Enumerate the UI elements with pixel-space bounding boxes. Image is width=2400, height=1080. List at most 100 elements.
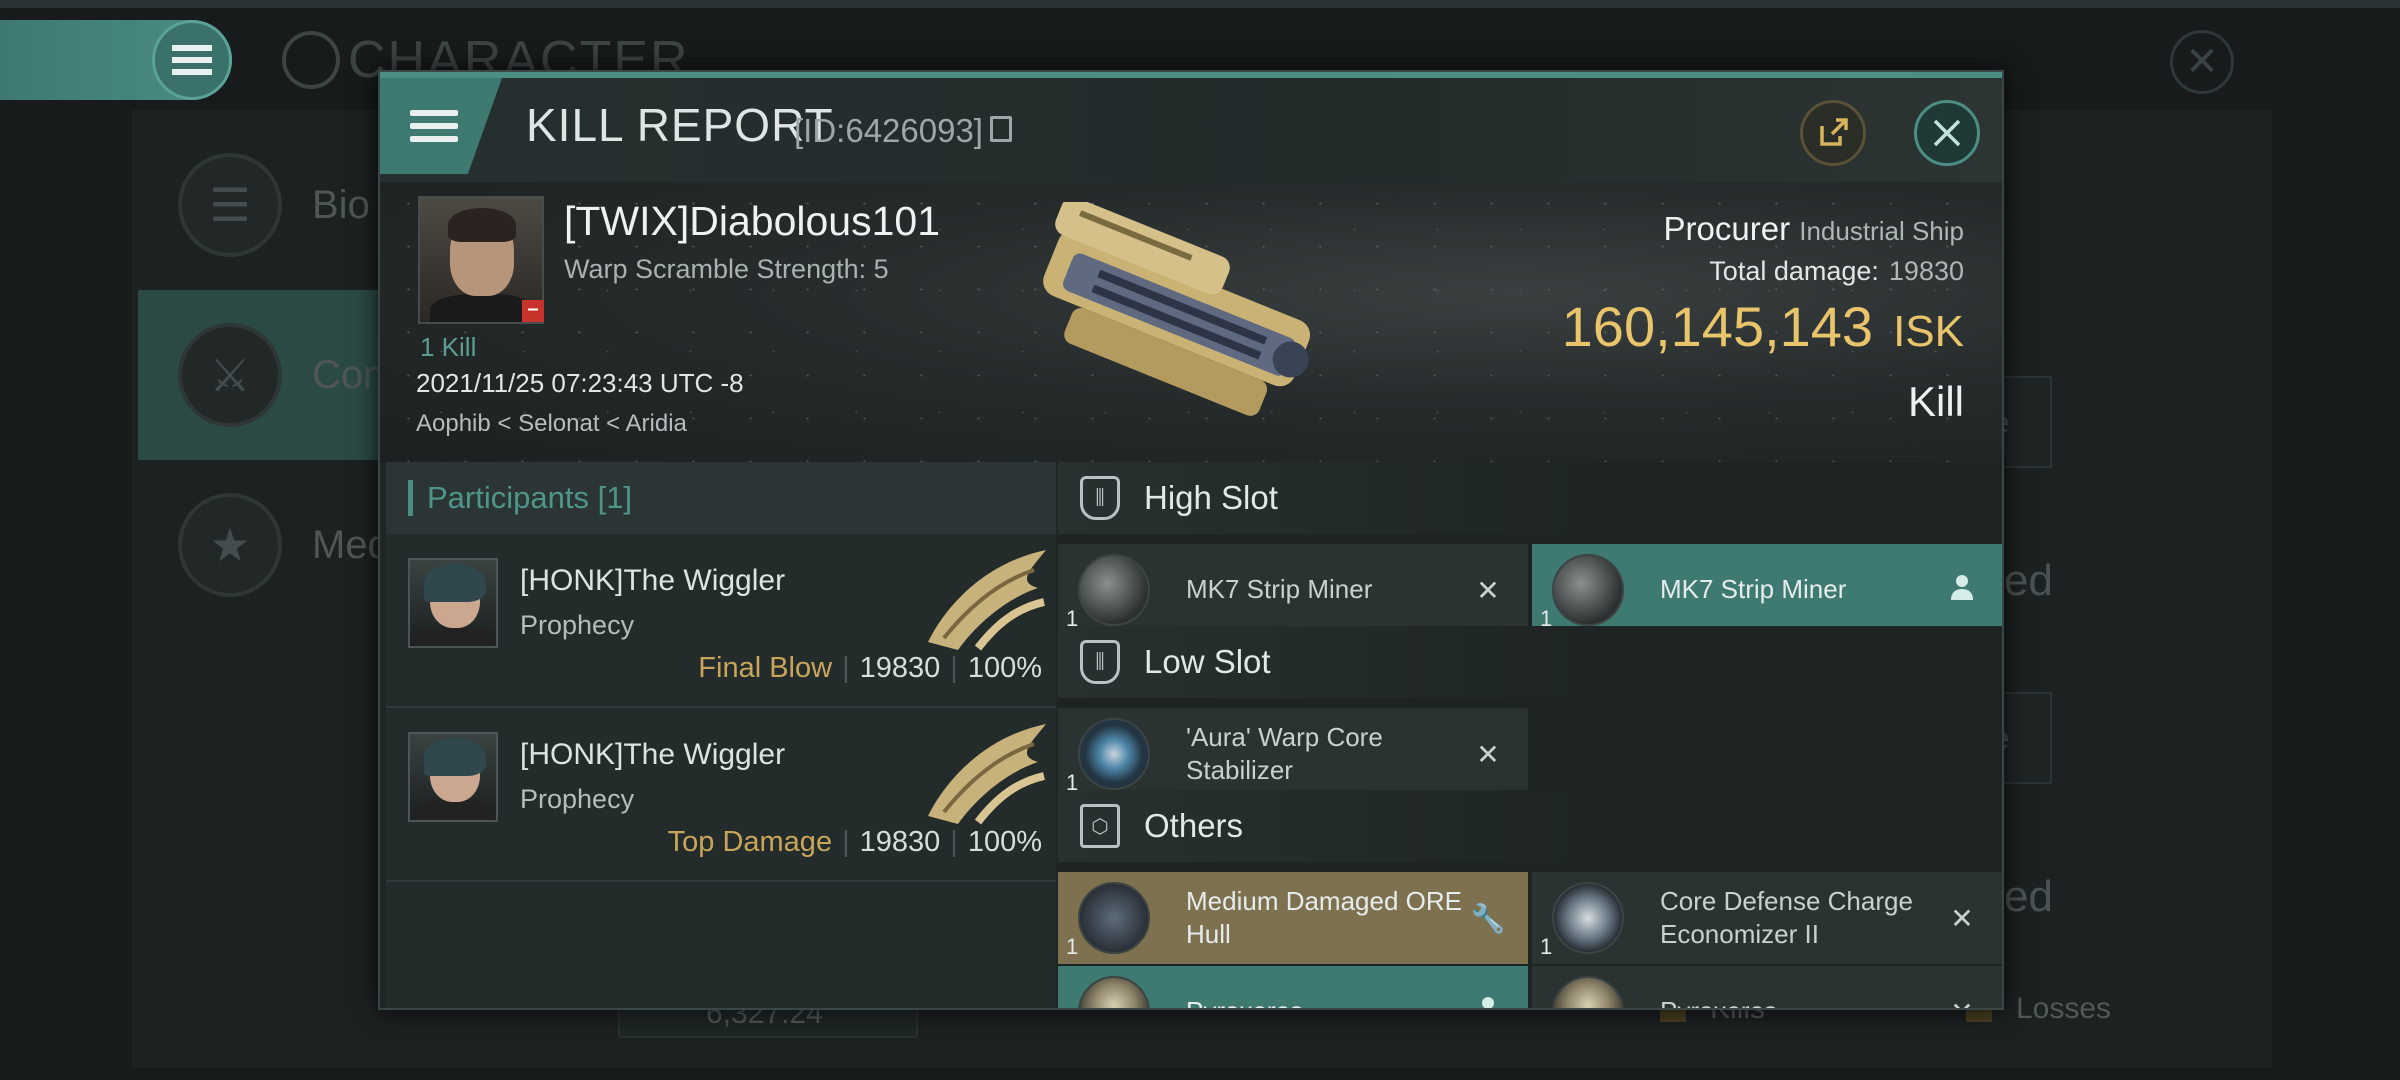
item-name: Core Defense Charge Economizer II [1660, 885, 1913, 949]
close-icon: ✕ [1476, 574, 1500, 606]
person-icon [1468, 996, 1508, 1008]
copy-icon[interactable] [990, 116, 1012, 142]
item-name: Medium Damaged ORE Hull [1186, 885, 1462, 949]
close-icon: ✕ [1476, 738, 1500, 770]
character-icon [282, 31, 340, 89]
bg-right-text: ed [2004, 556, 2053, 605]
security-status-badge: – [522, 299, 544, 322]
participant-stats: Top Damage | 19830 | 100% [668, 826, 1042, 859]
legend-label: Losses [2016, 992, 2112, 1025]
top-strip [0, 0, 2400, 8]
crossed-swords-icon: ⚔ [178, 323, 282, 427]
sidebar-item-label: Bio [312, 182, 370, 227]
isk-unit: ISK [1893, 307, 1964, 356]
person-icon [1942, 574, 1982, 607]
fitting-item[interactable]: 1 Medium Damaged ORE Hull 🔧 [1058, 872, 1528, 964]
person-icon [1482, 996, 1494, 1008]
top-damage-tag: Top Damage [667, 826, 833, 858]
list-icon: ☰ [178, 153, 282, 257]
stat-separator: | [950, 826, 958, 858]
item-quantity: 1 [1540, 934, 1553, 959]
slot-label: Others [1144, 807, 1244, 844]
participants-panel: Participants [1] [HONK]The Wiggler Proph… [386, 462, 1056, 1008]
total-damage-label: Total damage: [1709, 256, 1879, 286]
kill-location[interactable]: Aophib < Selonat < Aridia [416, 410, 687, 438]
result-label: Kill [1907, 378, 1964, 425]
item-name: MK7 Strip Miner [1186, 574, 1373, 605]
warp-scramble-strength: Warp Scramble Strength: 5 [564, 254, 889, 284]
charge-economizer-icon: 1 [1540, 882, 1624, 959]
header-accent [408, 480, 413, 516]
bg-right-text: ed [2004, 872, 2053, 921]
high-slot-header: ⫼ High Slot [1058, 462, 2002, 534]
participant-avatar[interactable] [408, 558, 498, 648]
kill-report-dialog: KILL REPORT [ID:6426093] – [TWIX]Diabolo… [378, 70, 2004, 1010]
isk-value: 160,145,143 ISK [1562, 294, 1964, 359]
prophecy-ship-image [928, 724, 1046, 825]
participant-percent: 100% [967, 652, 1042, 684]
final-blow-tag: Final Blow [698, 652, 833, 684]
fittings-panel: ⫼ High Slot 1 MK7 Strip Miner ✕ 1 MK7 St… [1058, 462, 2002, 1009]
participant-damage: 19830 [859, 826, 941, 858]
participant-ship: Prophecy [520, 610, 635, 640]
slot-label: Low Slot [1144, 643, 1271, 680]
kill-datetime: 2021/11/25 07:23:43 UTC -8 [416, 368, 744, 398]
dialog-title: KILL REPORT [526, 99, 834, 151]
menu-button[interactable] [380, 78, 502, 174]
portrait-body [430, 294, 536, 322]
participant-avatar[interactable] [408, 732, 498, 822]
menu-icon [410, 103, 458, 149]
fitting-item[interactable]: 1 MK7 Strip Miner [1532, 544, 2002, 636]
bg-menu-button[interactable] [152, 20, 232, 100]
ship-type-name: Procurer [1663, 210, 1791, 247]
stat-separator: | [842, 826, 850, 858]
share-icon [1820, 118, 1848, 146]
item-name: MK7 Strip Miner [1660, 574, 1847, 605]
close-icon: ✕ [1942, 996, 1982, 1009]
close-icon [1933, 119, 1961, 147]
wrench-icon: 🔧 [1470, 902, 1506, 934]
fitting-item[interactable]: 1 MK7 Strip Miner ✕ [1058, 544, 1528, 636]
participant-name: [HONK]The Wiggler [520, 738, 786, 771]
total-damage-value: 19830 [1888, 256, 1964, 286]
slot-label: High Slot [1144, 479, 1278, 516]
avatar-hair [424, 738, 486, 776]
share-button[interactable] [1800, 100, 1866, 166]
item-name: Pyroxeres [1186, 995, 1468, 1008]
stat-separator: | [950, 652, 958, 684]
kills-count: 1 Kill [420, 332, 477, 362]
participant-ship: Prophecy [520, 784, 635, 814]
report-id: [ID:6426093] [794, 112, 983, 149]
close-icon: ✕ [1950, 902, 1974, 934]
participant-damage: 19830 [859, 652, 941, 684]
pyroxeres-icon [1078, 976, 1150, 1008]
cube-icon: ⬡ [1080, 804, 1120, 848]
participants-header-label: Participants [1] [427, 480, 633, 515]
portrait-hair [448, 208, 516, 242]
victim-name[interactable]: [TWIX]Diabolous101 [564, 198, 940, 245]
participant-row[interactable]: [HONK]The Wiggler Prophecy Top Damage | … [386, 708, 1056, 882]
procurer-ship-image [1043, 202, 1311, 416]
victim-summary: – [TWIX]Diabolous101 Warp Scramble Stren… [380, 182, 2002, 462]
bg-close-button[interactable]: ✕ [2170, 30, 2234, 94]
pyroxeres-icon [1552, 976, 1624, 1008]
ship-class: Industrial Ship [1799, 216, 1964, 246]
strip-miner-icon: 1 [1540, 554, 1624, 631]
avatar-body [416, 626, 494, 646]
fitting-item[interactable]: Pyroxeres ✕ [1532, 966, 2002, 1009]
ship-name[interactable]: Procurer Industrial Ship [1664, 210, 1964, 248]
participant-percent: 100% [967, 826, 1042, 858]
strip-miner-icon: 1 [1066, 554, 1150, 631]
close-button[interactable] [1914, 100, 1980, 166]
warp-core-stabilizer-icon: 1 [1066, 718, 1150, 795]
avatar-hair [424, 564, 486, 602]
participant-row[interactable]: [HONK]The Wiggler Prophecy Final Blow | … [386, 534, 1056, 708]
others-header: ⬡ Others [1058, 790, 2002, 862]
star-icon: ★ [178, 493, 282, 597]
fitting-item[interactable]: Pyroxeres [1058, 966, 1528, 1008]
prophecy-ship-image [928, 550, 1046, 651]
item-name: Pyroxeres [1660, 995, 1942, 1008]
low-slot-header: ⫼ Low Slot [1058, 626, 2002, 698]
fitting-item[interactable]: 1 Core Defense Charge Economizer II ✕ [1532, 872, 2002, 964]
fitting-item[interactable]: 1 'Aura' Warp Core Stabilizer ✕ [1058, 708, 1528, 800]
